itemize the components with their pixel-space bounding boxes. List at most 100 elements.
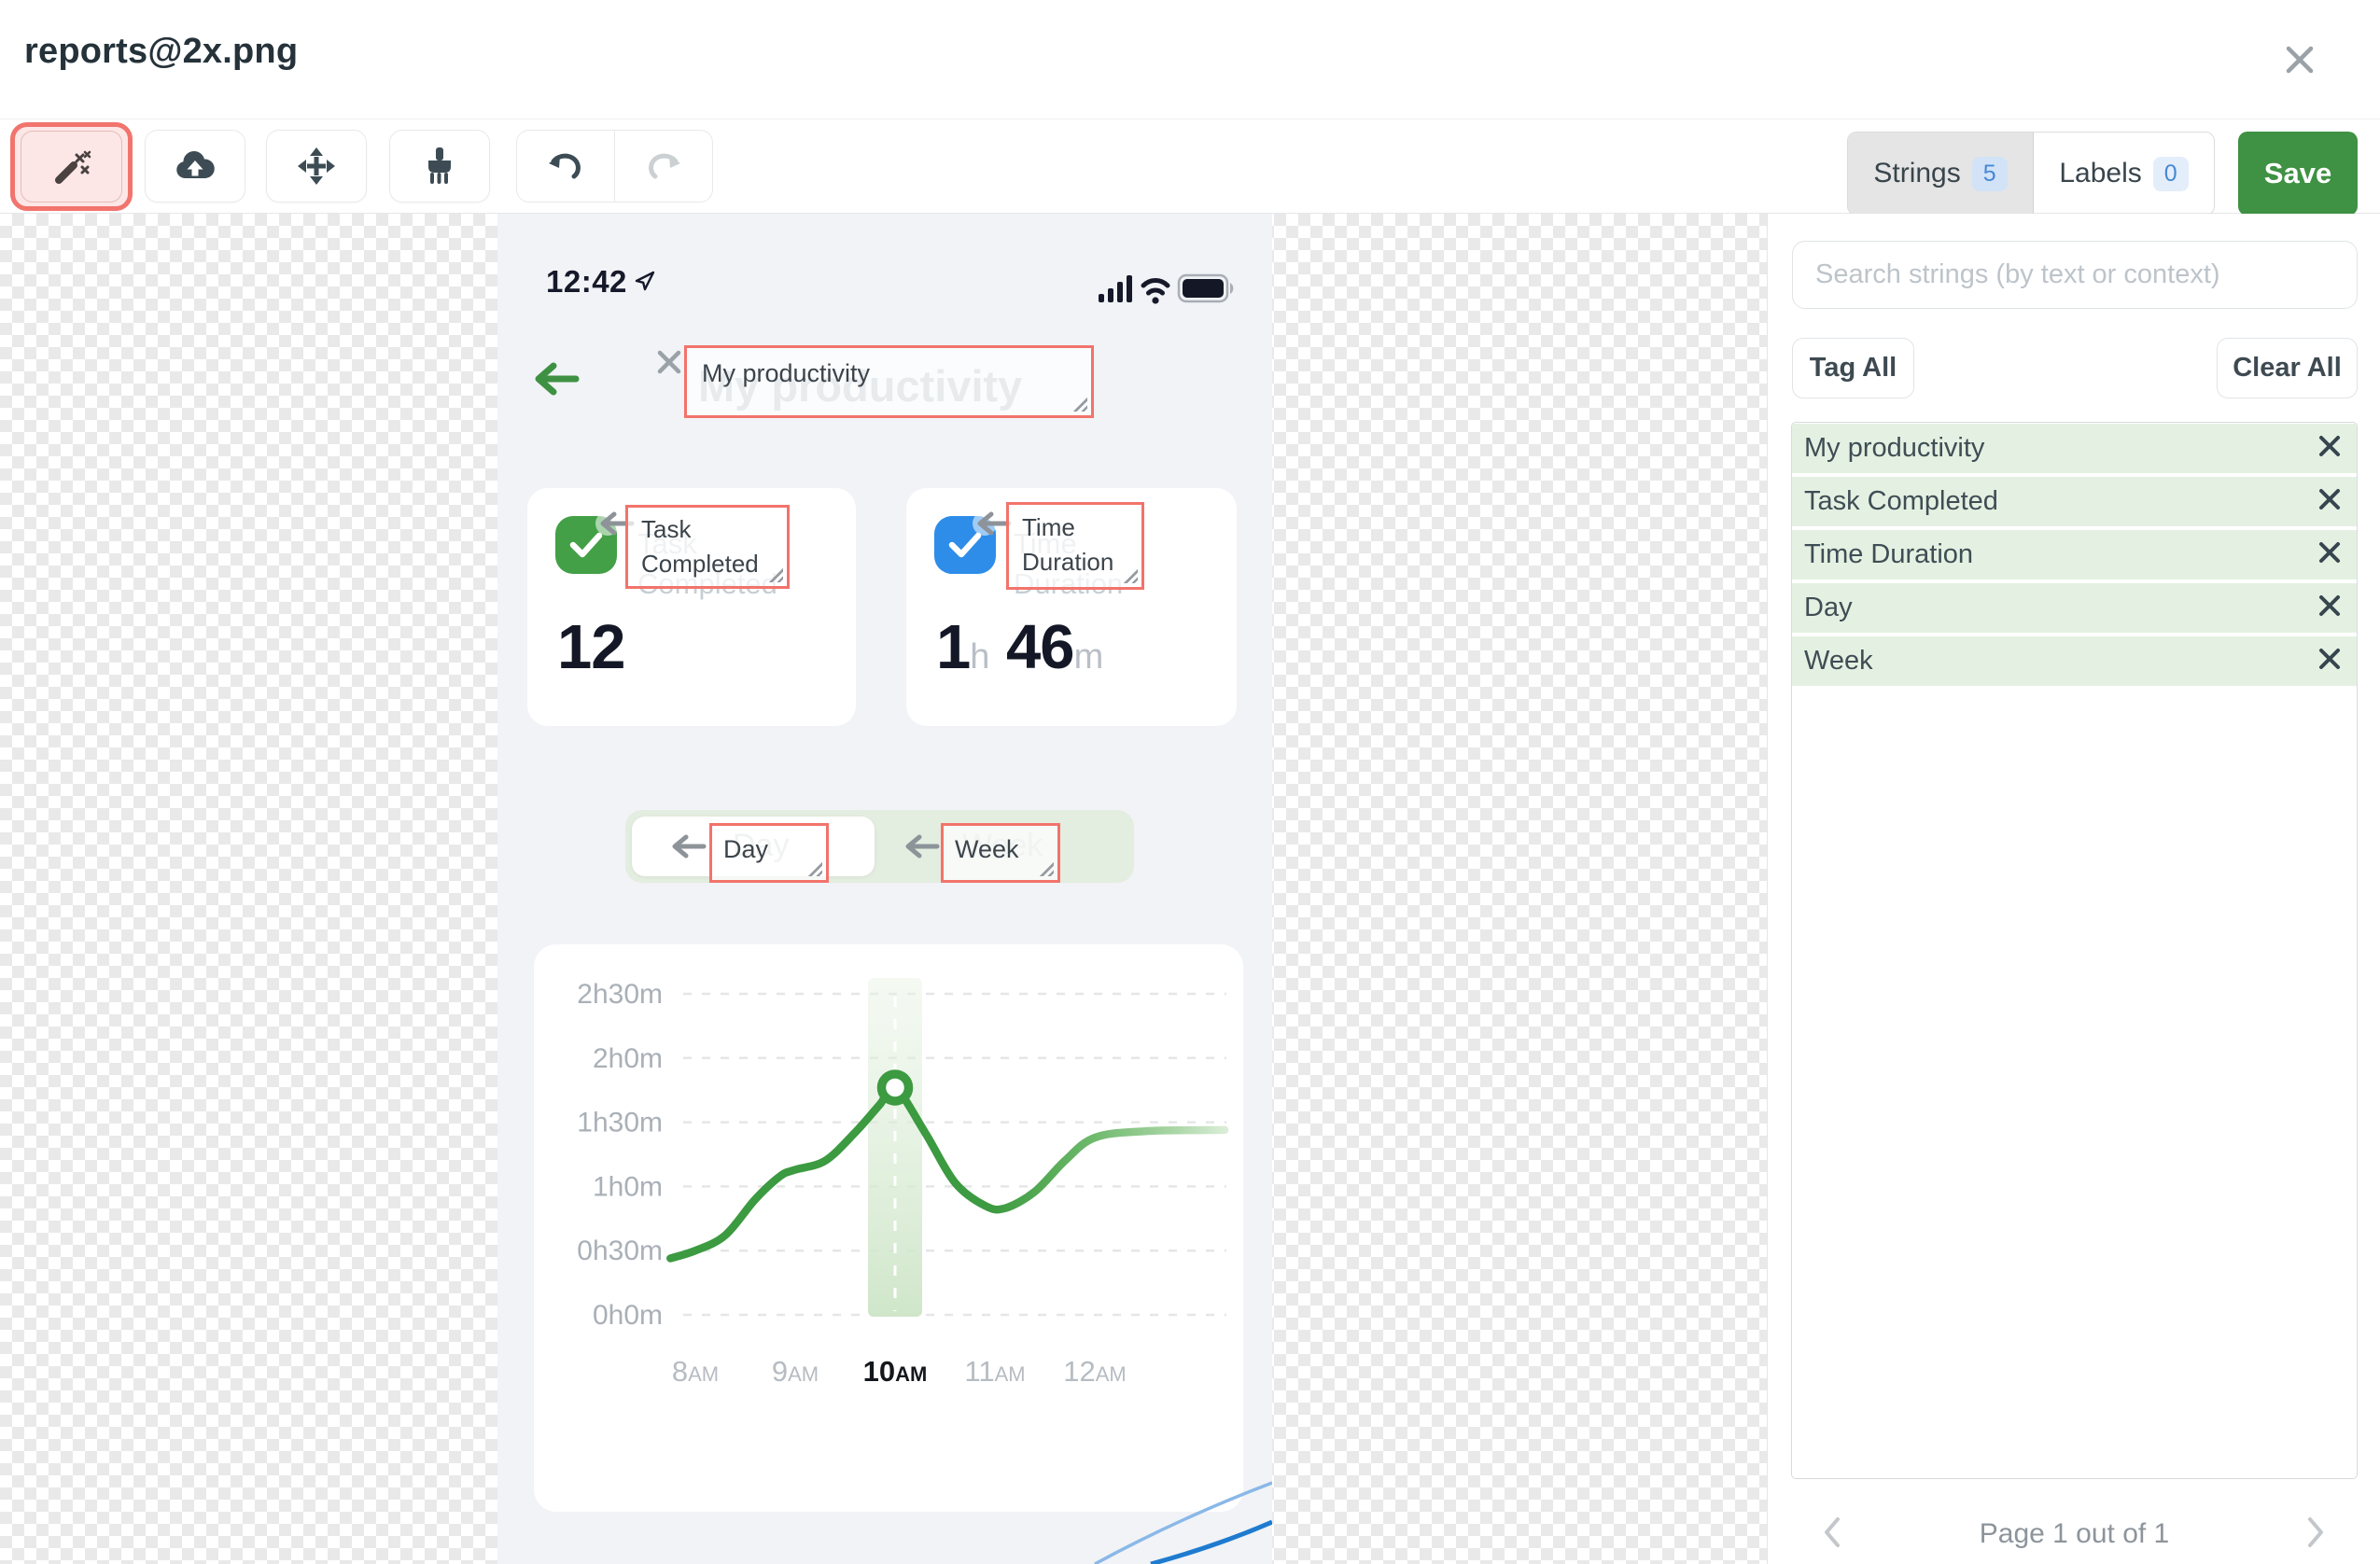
tab-labels-label: Labels	[2059, 158, 2142, 189]
toolbar: Filter strings: /productivity.csv String…	[0, 119, 2380, 304]
close-window-button[interactable]	[2275, 35, 2324, 84]
string-tag-day[interactable]: Day	[709, 823, 829, 883]
string-row-label: Time Duration	[1804, 539, 1974, 569]
strings-labels-tabs: Strings 5 Labels 0	[1847, 132, 2215, 216]
tab-strings[interactable]: Strings 5	[1848, 133, 2034, 215]
hours-unit: h	[970, 637, 990, 677]
resize-grip-icon[interactable]	[1039, 861, 1054, 876]
string-tag-time-duration[interactable]: Time Duration	[1006, 502, 1144, 590]
brush-tool-button[interactable]	[389, 130, 490, 202]
tag-day-text: Day	[723, 835, 769, 863]
task-completed-card: Task Completed Task Completed 12	[527, 488, 856, 726]
productivity-line-chart: 2h30m 2h0m 1h30m 1h0m 0h30m 0h0m 8AM 9AM 10AM 11…	[577, 978, 1229, 1388]
previous-page-button[interactable]	[1820, 1514, 1844, 1556]
tag-pointer-arrow-icon	[900, 833, 941, 864]
time-duration-card: Time Duration Time Duration 1h	[906, 488, 1237, 726]
search-strings-input[interactable]	[1792, 241, 2358, 309]
hours-value: 1	[936, 612, 971, 682]
magic-wand-tool-button[interactable]	[21, 131, 122, 202]
tab-strings-label: Strings	[1873, 158, 1961, 189]
remove-string-icon[interactable]	[2317, 434, 2342, 463]
minutes-unit: m	[1073, 637, 1104, 677]
tasks-completed-value: 12	[557, 612, 626, 682]
remove-tag-icon[interactable]	[654, 347, 684, 382]
brush-icon	[428, 147, 451, 184]
pagination: Page 1 out of 1	[1768, 1506, 2380, 1562]
next-page-button[interactable]	[2303, 1514, 2328, 1556]
editor-canvas[interactable]: 12:42 My productivity Task Completed 12 …	[0, 214, 1767, 1564]
tag-week-text: Week	[955, 835, 1019, 863]
chevron-left-icon	[1825, 1516, 1840, 1547]
string-row[interactable]: Time Duration	[1792, 530, 2357, 580]
string-row[interactable]: My productivity	[1792, 424, 2357, 473]
move-icon	[298, 147, 335, 185]
back-button[interactable]	[531, 361, 580, 401]
resize-grip-icon[interactable]	[1072, 397, 1087, 412]
x-axis-label[interactable]: 9AM	[772, 1355, 819, 1388]
svg-text:1h0m: 1h0m	[593, 1171, 663, 1202]
string-tag-title-text: My productivity	[702, 359, 871, 387]
next-chart-curves	[1094, 1481, 1272, 1564]
string-row-label: Day	[1804, 593, 1853, 622]
cellular-signal-icon	[1099, 275, 1132, 302]
remove-string-icon[interactable]	[2317, 593, 2342, 622]
chart-y-axis-labels: 2h30m 2h0m 1h30m 1h0m 0h30m 0h0m	[577, 979, 663, 1331]
time-duration-value: 1h 46m	[936, 611, 1103, 683]
tag-task-line1: Task	[641, 515, 692, 543]
labels-count-badge: 0	[2152, 156, 2189, 191]
remove-string-icon[interactable]	[2317, 647, 2342, 676]
clear-all-button[interactable]: Clear All	[2217, 338, 2358, 398]
remove-string-icon[interactable]	[2317, 487, 2342, 516]
string-row[interactable]: Week	[1792, 636, 2357, 686]
tag-pointer-arrow-icon	[666, 833, 707, 864]
redo-button[interactable]	[615, 131, 713, 202]
chart-x-axis-labels[interactable]: 8AM 9AM 10AM 11AM 12AM	[672, 1355, 1127, 1388]
string-row[interactable]: Day	[1792, 583, 2357, 633]
string-row-label: My productivity	[1804, 433, 1985, 463]
undo-button[interactable]	[517, 131, 615, 202]
tag-time-line2: Duration	[1022, 548, 1114, 576]
tag-task-line2: Completed	[641, 550, 759, 578]
resize-grip-icon[interactable]	[807, 861, 822, 876]
battery-icon	[1177, 273, 1234, 303]
svg-text:0h0m: 0h0m	[593, 1300, 663, 1331]
location-arrow-icon	[634, 270, 656, 297]
pagination-text: Page 1 out of 1	[1979, 1518, 2170, 1549]
magic-wand-icon	[54, 150, 91, 184]
file-title: reports@2x.png	[24, 32, 299, 71]
svg-text:1h30m: 1h30m	[577, 1108, 663, 1138]
string-tag-title[interactable]: My productivity	[684, 345, 1094, 418]
strings-list: My productivity Task Completed Time Durati…	[1791, 422, 2358, 1479]
redo-icon	[648, 153, 680, 179]
tag-time-line1: Time	[1022, 513, 1075, 541]
string-tagging-app: reports@2x.png Strings 5 Labels 0 Save 1…	[0, 0, 2380, 1564]
upload-tool-button[interactable]	[145, 130, 245, 202]
selected-hour-highlight-band	[868, 978, 922, 1317]
string-row-label: Task Completed	[1804, 486, 1998, 516]
svg-text:2h0m: 2h0m	[593, 1043, 663, 1074]
x-axis-label[interactable]: 8AM	[672, 1355, 719, 1388]
tag-all-button[interactable]: Tag All	[1792, 338, 1914, 398]
remove-string-icon[interactable]	[2317, 540, 2342, 569]
cloud-upload-icon	[176, 150, 215, 178]
wifi-icon	[1141, 278, 1170, 304]
string-row[interactable]: Task Completed	[1792, 477, 2357, 526]
minutes-value: 46	[1006, 612, 1075, 682]
close-icon	[2286, 46, 2314, 74]
magic-wand-tool-active-ring	[10, 122, 133, 211]
tab-labels[interactable]: Labels 0	[2034, 133, 2214, 215]
window-header: reports@2x.png	[0, 0, 2380, 119]
move-tool-button[interactable]	[266, 130, 367, 202]
x-axis-label[interactable]: 11AM	[964, 1355, 1025, 1388]
string-tag-task-completed[interactable]: Task Completed	[625, 505, 790, 589]
status-time: 12:42	[546, 264, 627, 299]
save-button[interactable]: Save	[2238, 132, 2358, 216]
string-row-label: Week	[1804, 646, 1873, 676]
string-tag-week[interactable]: Week	[941, 823, 1060, 883]
x-axis-label[interactable]: 12AM	[1063, 1355, 1126, 1388]
strings-count-badge: 5	[1971, 156, 2008, 191]
svg-text:2h30m: 2h30m	[577, 979, 663, 1010]
svg-text:0h30m: 0h30m	[577, 1236, 663, 1266]
selected-point-marker[interactable]	[876, 1069, 914, 1106]
x-axis-label[interactable]: 10AM	[863, 1355, 928, 1388]
